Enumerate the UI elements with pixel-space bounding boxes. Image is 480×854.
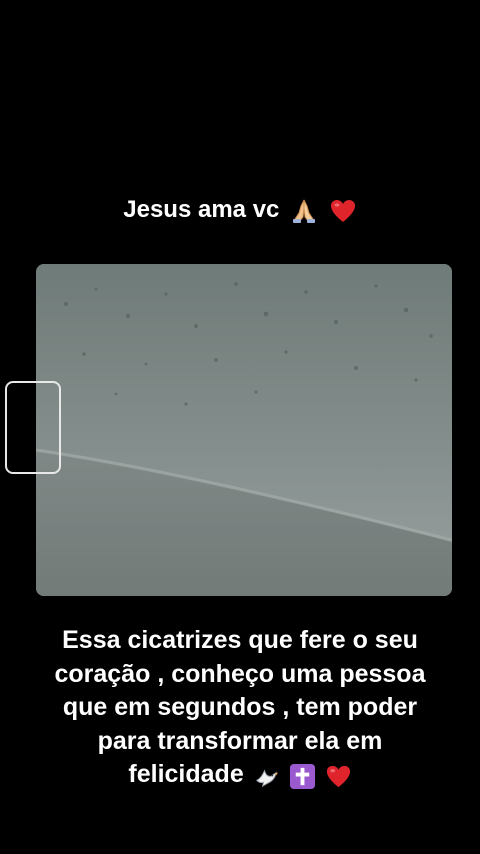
dove-icon (255, 768, 278, 787)
video-scene (36, 264, 452, 596)
caption-line-1: Essa cicatrizes que fere o seu (62, 626, 418, 654)
selection-handle[interactable] (5, 381, 61, 474)
caption-emojis (251, 759, 352, 793)
red-heart-icon (326, 765, 350, 787)
top-caption-text: Jesus ama vc (123, 196, 280, 223)
caption-line-2: coração , conheço uma pessoa (54, 659, 426, 688)
praying-hands-icon (293, 199, 316, 223)
caption-line-5-text: felicidade (128, 760, 244, 788)
caption-line-5: felicidade (10, 758, 470, 792)
red-heart-icon (330, 199, 355, 222)
top-caption: Jesus ama vc (0, 190, 480, 230)
bottom-caption: Essa cicatrizes que fere o seu coração ,… (10, 624, 470, 792)
caption-line-3: que em segundos , tem poder (62, 693, 418, 721)
latin-cross-icon (289, 763, 315, 789)
video-frame[interactable] (36, 264, 452, 596)
caption-line-4: para transformar ela em (97, 726, 383, 755)
